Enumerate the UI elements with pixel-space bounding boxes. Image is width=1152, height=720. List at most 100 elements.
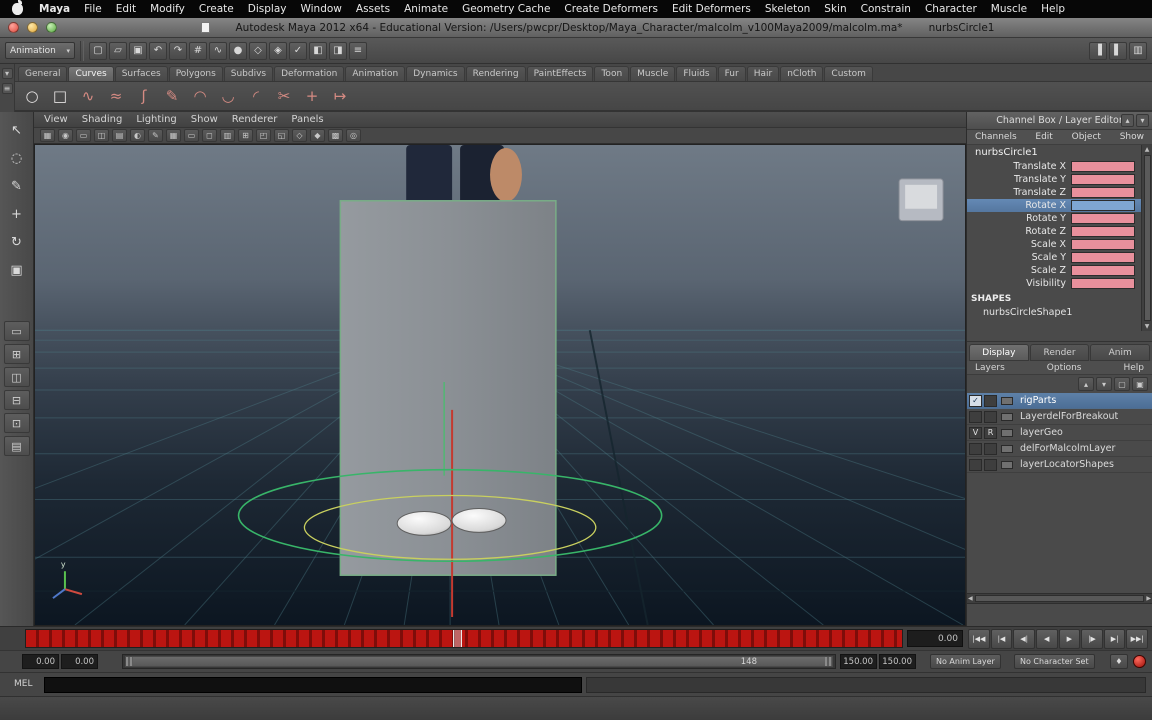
- layer-editor-tab[interactable]: Anim: [1090, 344, 1151, 361]
- textured-mode-icon[interactable]: ▩: [328, 129, 343, 142]
- nurbs-square-icon[interactable]: □: [47, 83, 73, 109]
- persp-split-layout-icon[interactable]: ▤: [3, 436, 30, 456]
- layer-name[interactable]: delForMalcolmLayer: [1015, 443, 1115, 454]
- character-set-button[interactable]: No Character Set: [1014, 654, 1095, 669]
- lasso-select-tool-icon[interactable]: ◌: [3, 146, 31, 171]
- menubar-item[interactable]: Geometry Cache: [455, 3, 557, 15]
- menubar-item[interactable]: Window: [293, 3, 348, 15]
- animation-start-field[interactable]: 0.00: [22, 654, 59, 669]
- ipr-render-icon[interactable]: ◨: [329, 41, 347, 60]
- layer-color-swatch[interactable]: [1001, 412, 1013, 421]
- go-to-playback-start-button[interactable]: |◀◀: [968, 629, 990, 649]
- new-scene-icon[interactable]: ▢: [89, 41, 107, 60]
- play-forwards-button[interactable]: ▶: [1058, 629, 1081, 649]
- attach-curves-icon[interactable]: ◜: [243, 83, 269, 109]
- menubar-item[interactable]: Display: [241, 3, 294, 15]
- menubar-item[interactable]: Muscle: [984, 3, 1034, 15]
- viewport-3d-canvas[interactable]: y: [34, 144, 966, 626]
- layer-row[interactable]: V R layerGeo: [967, 425, 1152, 441]
- layer-row[interactable]: LayerdelForBreakout: [967, 409, 1152, 425]
- menubar-item[interactable]: Character: [918, 3, 984, 15]
- channel-value-field[interactable]: [1071, 213, 1135, 224]
- shelf-menu-icon[interactable]: ≡: [1, 83, 13, 94]
- cv-curve-tool-icon[interactable]: ∿: [75, 83, 101, 109]
- menubar-item[interactable]: Help: [1034, 3, 1072, 15]
- layer-color-swatch[interactable]: [1001, 460, 1013, 469]
- layer-list-scrollbar[interactable]: ◀ ▶: [967, 593, 1152, 604]
- four-pane-layout-icon[interactable]: ⊞: [3, 344, 30, 364]
- apple-menu-icon[interactable]: [12, 0, 23, 15]
- channel-value-field[interactable]: [1071, 174, 1135, 185]
- shelf-tab[interactable]: PaintEffects: [526, 66, 594, 81]
- lock-camera-icon[interactable]: ◉: [58, 129, 73, 142]
- menubar-item[interactable]: Animate: [397, 3, 455, 15]
- field-chart-icon[interactable]: ⊞: [238, 129, 253, 142]
- channel-label[interactable]: Rotate Z: [969, 226, 1071, 237]
- ep-curve-tool-icon[interactable]: ≈: [103, 83, 129, 109]
- safe-action-icon[interactable]: ◰: [256, 129, 271, 142]
- viewport-menu[interactable]: Renderer: [232, 114, 278, 125]
- layer-color-swatch[interactable]: [1001, 428, 1013, 437]
- grid-toggle-icon[interactable]: ▦: [166, 129, 181, 142]
- layer-visibility-toggle[interactable]: [969, 458, 982, 471]
- camera-attributes-icon[interactable]: ▭: [76, 129, 91, 142]
- layer-name[interactable]: layerGeo: [1015, 427, 1063, 438]
- mel-command-input[interactable]: [44, 677, 582, 693]
- gate-mask-icon[interactable]: ▥: [220, 129, 235, 142]
- isolate-select-icon[interactable]: ◎: [346, 129, 361, 142]
- 2d-pan-zoom-icon[interactable]: ◐: [130, 129, 145, 142]
- resolution-gate-icon[interactable]: ◻: [202, 129, 217, 142]
- bookmarks-icon[interactable]: ◫: [94, 129, 109, 142]
- hypershade-persp-layout-icon[interactable]: ⊡: [3, 413, 30, 433]
- insert-knot-icon[interactable]: +: [299, 83, 325, 109]
- step-forward-key-button[interactable]: |▶: [1081, 629, 1103, 649]
- channel-label[interactable]: Scale X: [969, 239, 1071, 250]
- step-back-frame-button[interactable]: |◀: [990, 629, 1013, 649]
- animation-end-field[interactable]: 150.00: [879, 654, 916, 669]
- persp-graph-layout-icon[interactable]: ⊟: [3, 390, 30, 410]
- viewport-menu[interactable]: Shading: [82, 114, 123, 125]
- channel-value-field[interactable]: [1071, 161, 1135, 172]
- select-camera-icon[interactable]: ▦: [40, 129, 55, 142]
- pencil-curve-tool-icon[interactable]: ✎: [159, 83, 185, 109]
- render-settings-icon[interactable]: ≡: [349, 41, 367, 60]
- channel-value-field[interactable]: [1071, 239, 1135, 250]
- channel-box-object-name[interactable]: nurbsCircle1: [967, 145, 1152, 160]
- menubar-item[interactable]: Maya: [32, 3, 77, 15]
- channel-value-field[interactable]: [1071, 278, 1135, 289]
- menubar-item[interactable]: Skeleton: [758, 3, 817, 15]
- shelf-tab[interactable]: Animation: [345, 66, 406, 81]
- playback-start-field[interactable]: 0.00: [61, 654, 98, 669]
- menubar-item[interactable]: Edit: [109, 3, 143, 15]
- wireframe-mode-icon[interactable]: ◇: [292, 129, 307, 142]
- layer-visibility-toggle[interactable]: ✓: [969, 394, 982, 407]
- open-scene-icon[interactable]: ▱: [109, 41, 127, 60]
- scrollbar-thumb[interactable]: [974, 595, 1145, 602]
- layer-name[interactable]: rigParts: [1015, 395, 1056, 406]
- two-point-arc-icon[interactable]: ◡: [215, 83, 241, 109]
- minimize-window-button[interactable]: [27, 22, 38, 33]
- layer-display-type-toggle[interactable]: [984, 442, 997, 455]
- nurbs-circle-icon[interactable]: ○: [19, 83, 45, 109]
- safe-title-icon[interactable]: ◱: [274, 129, 289, 142]
- channel-box-menu[interactable]: Edit: [1035, 132, 1052, 142]
- menubar-item[interactable]: Skin: [817, 3, 853, 15]
- layer-visibility-toggle[interactable]: [969, 410, 982, 423]
- layer-editor-tab[interactable]: Render: [1029, 344, 1090, 361]
- shelf-tab[interactable]: nCloth: [780, 66, 824, 81]
- three-point-arc-icon[interactable]: ◠: [187, 83, 213, 109]
- shelf-tab[interactable]: Custom: [824, 66, 873, 81]
- channel-value-field[interactable]: [1071, 187, 1135, 198]
- channel-box-scrollbar[interactable]: ▲ ▼: [1141, 145, 1152, 331]
- layer-color-swatch[interactable]: [1001, 444, 1013, 453]
- zoom-window-button[interactable]: [46, 22, 57, 33]
- bezier-curve-tool-icon[interactable]: ʃ: [131, 83, 157, 109]
- shaded-mode-icon[interactable]: ◆: [310, 129, 325, 142]
- rotate-tool-icon[interactable]: ↻: [3, 230, 31, 255]
- auto-keyframe-toggle[interactable]: [1133, 655, 1146, 668]
- channel-box-menu[interactable]: Show: [1120, 132, 1144, 142]
- menubar-item[interactable]: Edit Deformers: [665, 3, 758, 15]
- layer-editor-menu[interactable]: Help: [1123, 363, 1144, 373]
- range-slider-handle[interactable]: [125, 656, 833, 667]
- make-live-icon[interactable]: ◈: [269, 41, 287, 60]
